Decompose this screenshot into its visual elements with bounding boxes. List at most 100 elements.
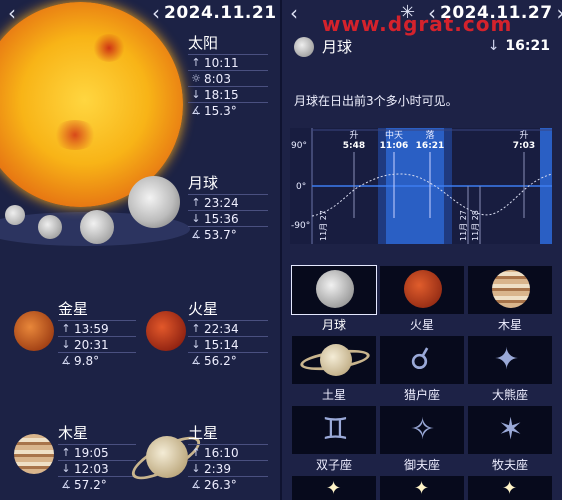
moon-name: 月球 xyxy=(188,174,219,192)
date-label: 11月 28 xyxy=(471,210,480,241)
moon-icon xyxy=(294,36,314,57)
venus-rise-row: ↑ 13:59 xyxy=(58,320,136,336)
altitude-angle-icon: ∡ xyxy=(191,104,201,117)
star-thumb-icon: ✦ xyxy=(414,478,430,499)
right-date[interactable]: 2024.11.27 xyxy=(440,3,553,23)
left-prev-date-chevron-icon[interactable]: ‹ xyxy=(148,2,164,24)
moon-info[interactable]: 月球 ↑ 23:24 ↓ 15:36 ∡ 53.7° xyxy=(188,172,268,242)
altitude-angle-icon: ∡ xyxy=(61,354,71,367)
altitude-angle-icon: ∡ xyxy=(191,354,201,367)
auriga-constellation-icon: ✧ xyxy=(410,412,436,447)
set-arrow-icon: ↓ xyxy=(61,338,71,351)
right-next-date-chevron-icon[interactable]: › xyxy=(553,2,562,24)
right-date-nav: ‹ 2024.11.27 › xyxy=(424,2,562,24)
event-time: 16:21 xyxy=(416,141,445,151)
moon-rise-row: ↑ 23:24 xyxy=(188,194,268,210)
saturn-name: 土星 xyxy=(188,424,219,442)
mars-set-row: ↓ 15:14 xyxy=(188,336,268,352)
jupiter-name: 木星 xyxy=(58,424,89,442)
moon-detail-panel: ‹ ✳ www.dgrat.com ‹ 2024.11.27 › 月球 ↓16:… xyxy=(282,0,562,500)
y-label-90: 90° xyxy=(291,141,307,151)
jupiter-image xyxy=(14,434,54,474)
grid-item-mars[interactable]: 火星 xyxy=(380,266,464,333)
jupiter-rise-row: ↑ 19:05 xyxy=(58,444,136,460)
mars-thumb-icon xyxy=(404,270,442,308)
grid-item-moon[interactable]: 月球 xyxy=(291,265,377,333)
object-name: 月球 xyxy=(322,38,353,56)
mars-info[interactable]: 火星 ↑ 22:34 ↓ 15:14 ∡ 56.2° xyxy=(188,298,268,368)
grid-item-partial-3[interactable]: ✦ xyxy=(468,476,552,500)
rise-arrow-icon: ↑ xyxy=(61,322,71,335)
sun-set-row: ↓ 18:15 xyxy=(188,86,268,102)
saturn-thumb-icon xyxy=(320,344,352,376)
moon-thumb-icon xyxy=(316,270,354,308)
venus-set-row: ↓ 20:31 xyxy=(58,336,136,352)
set-arrow-icon: ↓ xyxy=(191,462,201,475)
set-time: ↓ 16:21 xyxy=(487,38,550,54)
event-label: 落 xyxy=(425,129,434,141)
saturn-info[interactable]: 土星 ↑ 16:10 ↓ 2:39 ∡ 26.3° xyxy=(188,422,268,492)
jupiter-altitude-row: ∡ 57.2° xyxy=(58,476,136,492)
date-label: 11月 27 xyxy=(319,210,328,241)
moon-phase-3-icon xyxy=(80,210,114,244)
event-label: 中天 xyxy=(385,129,403,141)
star-thumb-icon: ✦ xyxy=(326,478,342,499)
mars-altitude-row: ∡ 56.2° xyxy=(188,352,268,368)
set-arrow-icon: ↓ xyxy=(61,462,71,475)
mars-image xyxy=(146,311,186,351)
right-back-chevron-icon[interactable]: ‹ xyxy=(286,2,302,24)
visibility-text: 月球在日出前3个多小时可见。 xyxy=(294,94,458,108)
app-root: ‹ 2024.11.21 › ‹ 太阳 ↑10:11 ☼8:03 ↓18:15 … xyxy=(0,0,562,500)
sun-name: 太阳 xyxy=(188,34,219,52)
set-arrow-icon: ↓ xyxy=(487,38,500,54)
mars-name: 火星 xyxy=(188,300,219,318)
set-arrow-icon: ↓ xyxy=(191,212,201,225)
right-prev-date-chevron-icon[interactable]: ‹ xyxy=(424,2,440,24)
moon-altitude-row: ∡ 53.7° xyxy=(188,226,268,242)
altitude-angle-icon: ∡ xyxy=(191,228,201,241)
event-label: 升 xyxy=(519,130,528,141)
jupiter-info[interactable]: 木星 ↑ 19:05 ↓ 12:03 ∡ 57.2° xyxy=(58,422,136,492)
grid-item-partial-2[interactable]: ✦ xyxy=(380,476,464,500)
venus-altitude-row: ∡ 9.8° xyxy=(58,352,136,368)
orion-constellation-icon: ☌ xyxy=(410,342,431,377)
event-time: 11:06 xyxy=(380,141,409,151)
event-label: 升 xyxy=(349,130,358,141)
planets-overview-panel: ‹ 2024.11.21 › ‹ 太阳 ↑10:11 ☼8:03 ↓18:15 … xyxy=(0,0,280,500)
moon-phase-1-icon xyxy=(5,205,25,225)
venus-info[interactable]: 金星 ↑ 13:59 ↓ 20:31 ∡ 9.8° xyxy=(58,298,136,368)
grid-item-partial-1[interactable]: ✦ xyxy=(292,476,376,500)
date-label: 11月 27 xyxy=(459,210,468,241)
sun-altitude-row: ∡ 15.3° xyxy=(188,102,268,118)
sun-transit-icon: ☼ xyxy=(191,72,201,85)
event-time: 7:03 xyxy=(513,141,535,151)
left-date[interactable]: 2024.11.21 xyxy=(164,3,277,23)
moon-phase-2-icon xyxy=(38,215,62,239)
grid-item-saturn[interactable]: 土星 xyxy=(292,336,376,403)
bootes-constellation-icon: ✶ xyxy=(498,412,524,447)
set-arrow-icon: ↓ xyxy=(191,88,201,101)
venus-name: 金星 xyxy=(58,300,89,318)
moon-main-icon xyxy=(128,176,180,228)
grid-item-auriga[interactable]: ✧ 御夫座 xyxy=(380,406,464,473)
grid-item-jupiter[interactable]: 木星 xyxy=(468,266,552,333)
sun-rise-row: ↑ 10:11 xyxy=(188,54,268,70)
rise-arrow-icon: ↑ xyxy=(61,446,71,459)
rise-arrow-icon: ↑ xyxy=(191,196,201,209)
mars-rise-row: ↑ 22:34 xyxy=(188,320,268,336)
object-title: 月球 xyxy=(294,36,352,57)
grid-item-orion[interactable]: ☌ 猎户座 xyxy=(380,336,464,403)
left-back-chevron-icon[interactable]: ‹ xyxy=(4,2,20,24)
rise-arrow-icon: ↑ xyxy=(191,446,201,459)
grid-item-gemini[interactable]: ♊ 双子座 xyxy=(292,406,376,473)
venus-image xyxy=(14,311,54,351)
ursa-major-constellation-icon: ✦ xyxy=(494,342,520,377)
grid-item-ursa-major[interactable]: ✦ 大熊座 xyxy=(468,336,552,403)
grid-item-bootes[interactable]: ✶ 牧夫座 xyxy=(468,406,552,473)
jupiter-thumb-icon xyxy=(492,270,530,308)
sun-info[interactable]: 太阳 ↑ 10:11 ☼ 8:03 ↓ 18:15 ∡ 15.3° xyxy=(188,32,268,118)
saturn-set-row: ↓ 2:39 xyxy=(188,460,268,476)
altitude-chart[interactable]: 升 5:48 中天 11:06 落 16:21 升 7:03 90° 0° -9… xyxy=(290,128,560,244)
left-date-nav: ‹ 2024.11.21 › xyxy=(148,2,280,24)
rise-arrow-icon: ↑ xyxy=(191,322,201,335)
